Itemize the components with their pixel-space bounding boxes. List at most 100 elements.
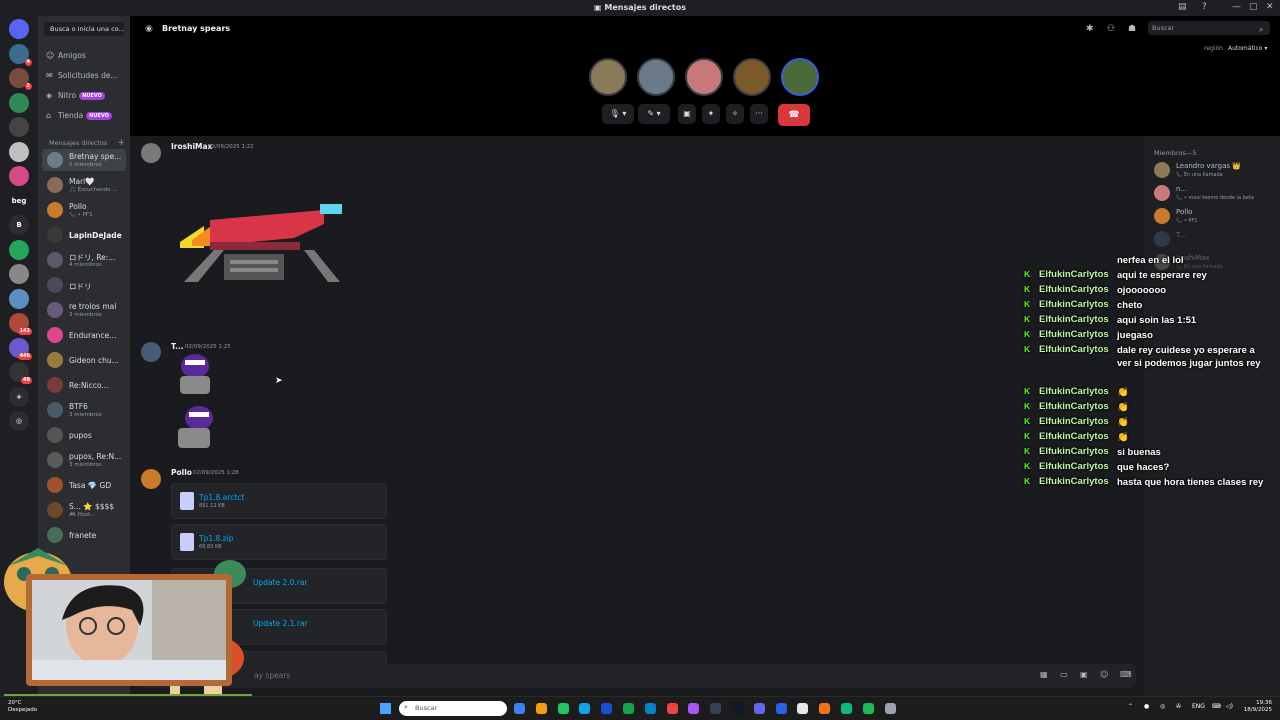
file-name-link[interactable]: Update 2.1.rar (253, 619, 308, 628)
sticker-image[interactable] (172, 352, 218, 452)
server-icon[interactable]: + (9, 386, 29, 407)
server-icon[interactable] (9, 264, 29, 284)
taskbar-app-icon[interactable] (862, 703, 874, 714)
taskbar-app-icon[interactable] (666, 703, 678, 714)
dm-item[interactable]: Pollo 📞 • PF1 (42, 199, 126, 221)
message-author[interactable]: IroshiMax (171, 142, 212, 151)
avatar[interactable] (141, 469, 161, 489)
file-name-link[interactable]: Update 2.0.rar (253, 578, 308, 587)
dm-item[interactable]: franete (42, 524, 126, 546)
call-participant-avatar[interactable] (685, 58, 723, 96)
taskbar-app-icon[interactable] (819, 703, 831, 714)
taskbar-app-icon[interactable] (535, 703, 547, 714)
call-participant-avatar[interactable] (589, 58, 627, 96)
server-icon[interactable]: 143 (9, 313, 32, 335)
soundboard-icon[interactable]: ✧ (726, 104, 744, 124)
call-participant-avatar[interactable] (637, 58, 675, 96)
hangup-button[interactable]: ☎ (778, 104, 810, 126)
network-icon[interactable]: ⌨ (1212, 703, 1221, 710)
nav-requests[interactable]: ✉ Solicitudes de... (46, 71, 126, 85)
dm-item[interactable]: ロドリ, Re:... 4 miembros (42, 249, 126, 271)
nav-shop[interactable]: ⌂ Tienda NUEVO (46, 111, 126, 125)
screenshare-icon[interactable]: ▣ (678, 104, 696, 124)
taskbar-app-icon[interactable] (775, 703, 787, 714)
server-icon[interactable]: 446 (9, 337, 32, 360)
taskbar-app-icon[interactable] (557, 703, 569, 714)
server-icon[interactable] (9, 239, 29, 260)
taskbar-search-input[interactable]: Buscar (399, 701, 507, 716)
weather-widget[interactable]: 20°C Despejado (8, 700, 37, 714)
taskbar-app-icon[interactable] (753, 703, 765, 714)
dm-item[interactable]: S... ⭐ $$$$ 🎮 Host... (42, 499, 126, 521)
taskbar-app-icon[interactable] (644, 703, 656, 714)
add-dm-button[interactable]: + (117, 138, 125, 148)
file-name-link[interactable]: Tp1.8.arctct (199, 493, 244, 502)
avatar[interactable] (141, 342, 161, 362)
mic-icon[interactable]: 🎙 ▾ (602, 104, 634, 124)
server-icon[interactable]: 48 (9, 362, 32, 384)
taskbar-app-icon[interactable] (710, 703, 722, 714)
dm-item[interactable]: re trolos mal 3 miembros (42, 299, 126, 321)
member-item[interactable]: Pollo 📞 • PF1 (1152, 206, 1276, 228)
emoji-icon[interactable]: ☺ (1100, 670, 1108, 679)
camera-off-icon[interactable]: ✎ ▾ (638, 104, 670, 124)
dm-item[interactable]: pupos, Re:N... 3 miembros (42, 449, 126, 471)
dm-item[interactable]: BTF6 3 miembros (42, 399, 126, 421)
dm-item[interactable]: Tasa 💎 GD (42, 474, 126, 496)
message-author[interactable]: T... (171, 342, 184, 351)
dm-item[interactable]: LapinDeJade (42, 224, 126, 246)
server-icon[interactable]: B (9, 215, 29, 235)
gif-icon[interactable]: ▭ (1060, 670, 1068, 679)
tray-mic-icon[interactable]: ✇ (1176, 703, 1181, 710)
activity-icon[interactable]: ✦ (702, 104, 720, 124)
maximize-button[interactable]: ▢ (1249, 2, 1258, 12)
tray-chevron-icon[interactable]: ⌃ (1128, 703, 1133, 710)
members-toggle-icon[interactable]: ☗ (1128, 24, 1136, 34)
pixel-art-image[interactable] (174, 198, 344, 288)
dm-item[interactable]: Endurance... (42, 324, 126, 346)
member-item[interactable]: n... 📞 • maxi teemo desde la beta (1152, 183, 1276, 205)
language-indicator[interactable]: ENG (1192, 703, 1205, 710)
close-button[interactable]: ✕ (1266, 2, 1274, 12)
message-author[interactable]: Pollo (171, 468, 192, 477)
taskbar-app-icon[interactable] (514, 703, 525, 714)
pin-icon[interactable]: ✱ (1086, 24, 1094, 34)
tray-app-icon[interactable]: ● (1144, 703, 1149, 710)
help-icon[interactable]: ? (1202, 2, 1207, 12)
discord-home-icon[interactable] (9, 19, 29, 39)
gift-icon[interactable]: ▦ (1040, 670, 1048, 679)
taskbar-app-icon[interactable] (884, 703, 896, 714)
avatar[interactable] (141, 143, 161, 163)
message-input[interactable]: ay spears ▦ ▭ ▣ ☺ ⌨ (140, 664, 1136, 688)
tray-app-icon[interactable]: ◎ (1160, 703, 1165, 710)
server-icon[interactable] (9, 141, 29, 162)
server-icon[interactable] (9, 92, 29, 113)
server-icon[interactable] (9, 166, 29, 186)
member-item[interactable]: T... (1152, 229, 1276, 251)
taskbar-app-icon[interactable] (732, 703, 743, 714)
region-select[interactable]: Automático ▾ (1228, 45, 1267, 52)
taskbar-app-icon[interactable] (688, 703, 700, 714)
taskbar-app-icon[interactable] (579, 703, 591, 714)
dm-item[interactable]: Bretnay spe... 5 miembros (42, 149, 126, 171)
inbox-icon[interactable]: ▤ (1178, 2, 1187, 12)
dm-item[interactable]: Gideon chu... (42, 349, 126, 371)
call-participant-avatar[interactable] (733, 58, 771, 96)
taskbar-clock[interactable]: 19:36 18/9/2025 (1242, 700, 1272, 714)
server-icon[interactable] (9, 288, 29, 309)
dm-item[interactable]: Mari🤍 🎵 Escuchando ... (42, 174, 126, 196)
dm-item[interactable]: ロドリ (42, 274, 126, 296)
taskbar-app-icon[interactable] (841, 703, 852, 714)
sticker-icon[interactable]: ▣ (1080, 670, 1088, 679)
volume-icon[interactable]: ◁) (1226, 703, 1233, 710)
dm-item[interactable]: Re:Nicco... (42, 374, 126, 396)
server-icon[interactable]: beg (9, 190, 29, 211)
nav-friends[interactable]: ☺ Amigos (46, 51, 126, 65)
taskbar-app-icon[interactable] (601, 703, 613, 714)
apps-icon[interactable]: ⌨ (1120, 670, 1132, 679)
file-name-link[interactable]: Tp1.8.zip (199, 534, 233, 543)
taskbar-app-icon[interactable] (623, 703, 634, 714)
server-icon[interactable]: 4 (9, 43, 32, 66)
minimize-button[interactable]: — (1232, 2, 1241, 12)
server-icon[interactable]: ◎ (9, 411, 29, 431)
